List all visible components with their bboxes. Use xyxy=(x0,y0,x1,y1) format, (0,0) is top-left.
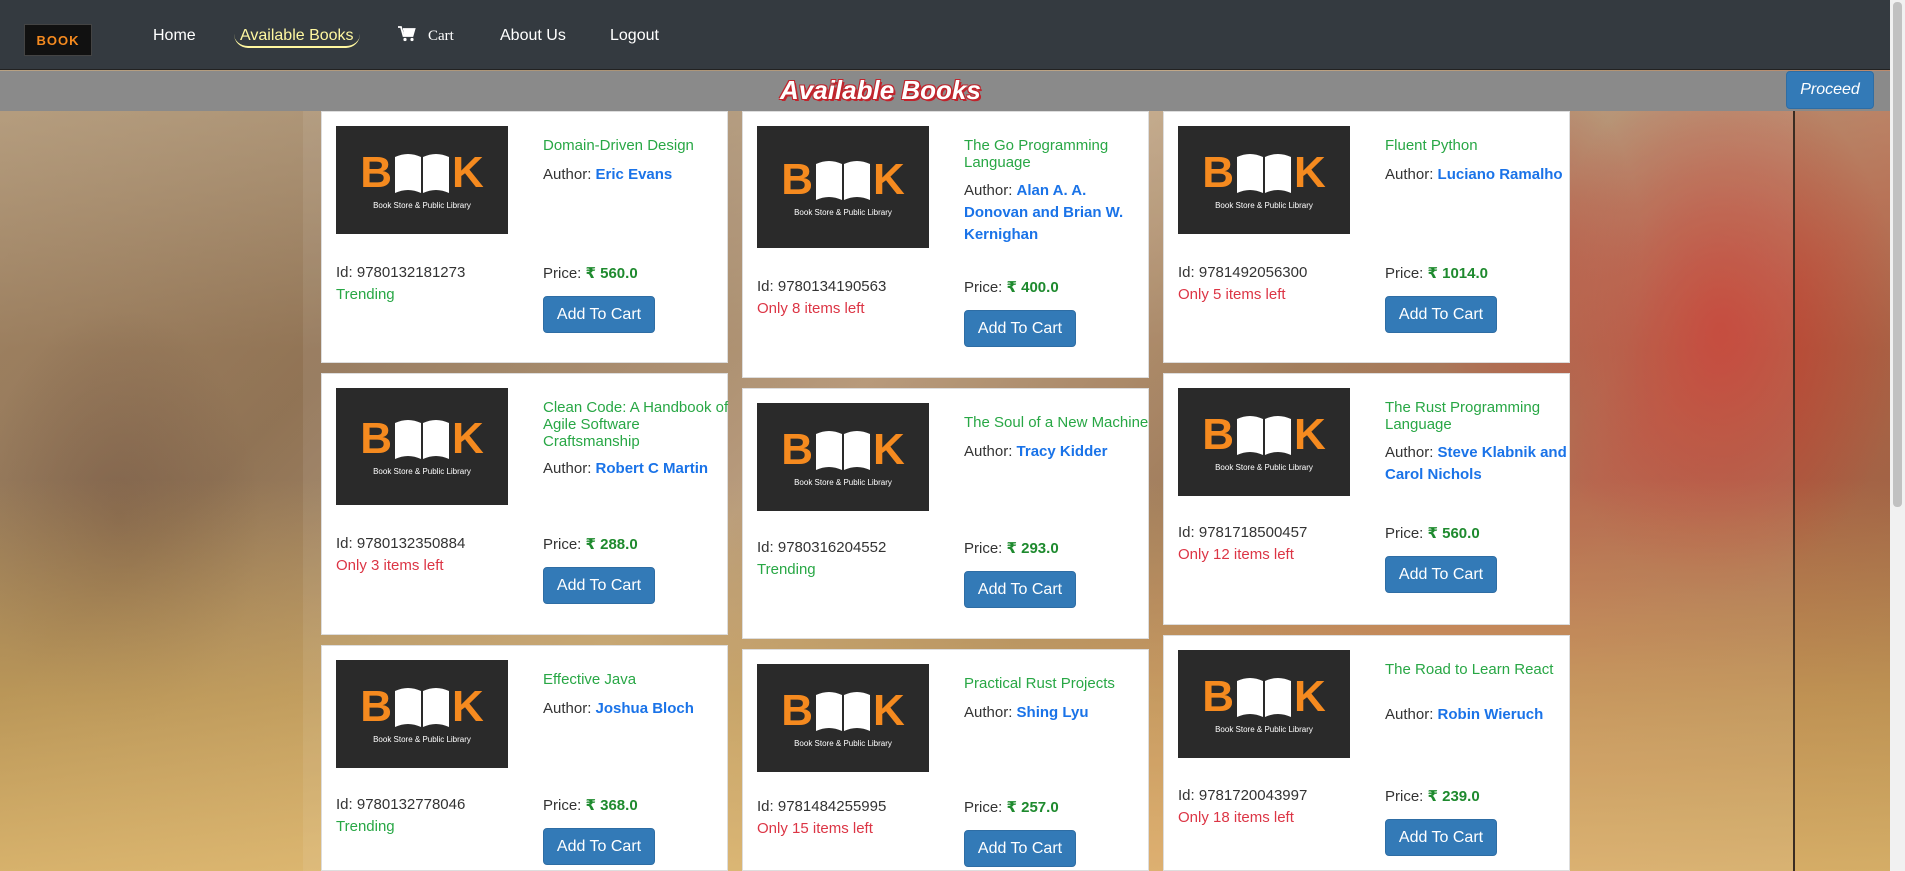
book-author: Author: Robert C Martin xyxy=(543,460,709,477)
book-author: Author: Steve Klabnik and Carol Nichols xyxy=(1385,444,1567,483)
book-cover-image: BK Book Store & Public Library xyxy=(336,660,508,768)
add-to-cart-button[interactable]: Add To Cart xyxy=(964,571,1076,608)
nav-home[interactable]: Home xyxy=(153,24,196,48)
nav-available-books[interactable]: Available Books xyxy=(234,24,360,48)
add-to-cart-button[interactable]: Add To Cart xyxy=(543,828,655,865)
add-to-cart-button[interactable]: Add To Cart xyxy=(543,567,655,604)
book-price: Price: ₹ 293.0 xyxy=(964,540,1059,557)
book-price: Price: ₹ 1014.0 xyxy=(1385,265,1489,282)
scrollbar-thumb[interactable] xyxy=(1893,2,1902,507)
book-card: BK Book Store & Public Library Fluent Py… xyxy=(1163,111,1570,363)
add-to-cart-button[interactable]: Add To Cart xyxy=(964,830,1076,867)
book-id: Id: 9781720043997 xyxy=(1178,787,1308,804)
book-author: Author: Luciano Ramalho xyxy=(1385,166,1563,183)
stock-status: Trending xyxy=(336,286,395,303)
book-cover-image: BK Book Store & Public Library xyxy=(757,664,929,772)
book-title[interactable]: Effective Java xyxy=(543,671,733,688)
stock-status: Only 15 items left xyxy=(757,820,873,837)
stock-status: Only 12 items left xyxy=(1178,546,1294,563)
proceed-button[interactable]: Proceed xyxy=(1786,71,1874,109)
book-cover-image: BK Book Store & Public Library xyxy=(336,126,508,234)
book-author: Author: Alan A. A. Donovan and Brian W. … xyxy=(964,182,1124,243)
nav-logout[interactable]: Logout xyxy=(610,24,659,48)
stock-status: Only 8 items left xyxy=(757,300,865,317)
nav-about-us[interactable]: About Us xyxy=(500,24,566,48)
book-author: Author: Joshua Bloch xyxy=(543,700,694,717)
book-title[interactable]: The Soul of a New Machine xyxy=(964,414,1154,431)
page-title: Available Books xyxy=(780,75,981,105)
book-title[interactable]: The Road to Learn React xyxy=(1385,661,1575,678)
book-title[interactable]: The Rust Programming Language xyxy=(1385,399,1575,433)
book-card: BK Book Store & Public Library Domain-Dr… xyxy=(321,111,728,363)
scrollbar[interactable] xyxy=(1890,0,1905,871)
book-author: Author: Shing Lyu xyxy=(964,704,1089,721)
book-author: Author: Robin Wieruch xyxy=(1385,706,1544,723)
book-id: Id: 9781718500457 xyxy=(1178,524,1308,541)
book-price: Price: ₹ 239.0 xyxy=(1385,788,1480,805)
stock-status: Only 3 items left xyxy=(336,557,444,574)
book-price: Price: ₹ 560.0 xyxy=(543,265,638,282)
stock-status: Only 18 items left xyxy=(1178,809,1294,826)
book-price: Price: ₹ 288.0 xyxy=(543,536,638,553)
book-cover-image: BK Book Store & Public Library xyxy=(757,403,929,511)
stock-status: Only 5 items left xyxy=(1178,286,1286,303)
add-to-cart-button[interactable]: Add To Cart xyxy=(1385,296,1497,333)
book-id: Id: 9781484255995 xyxy=(757,798,887,815)
book-card: BK Book Store & Public Library Practical… xyxy=(742,649,1149,871)
book-title[interactable]: Practical Rust Projects xyxy=(964,675,1154,692)
book-card: BK Book Store & Public Library The Rust … xyxy=(1163,373,1570,625)
book-price: Price: ₹ 560.0 xyxy=(1385,525,1480,542)
book-author: Author: Tracy Kidder xyxy=(964,443,1108,460)
book-cover-image: BK Book Store & Public Library xyxy=(1178,126,1350,234)
book-card: BK Book Store & Public Library The Soul … xyxy=(742,388,1149,639)
cart-icon xyxy=(398,26,416,42)
book-card: BK Book Store & Public Library Clean Cod… xyxy=(321,373,728,635)
book-title[interactable]: Domain-Driven Design xyxy=(543,137,733,154)
book-id: Id: 9780132350884 xyxy=(336,535,466,552)
add-to-cart-button[interactable]: Add To Cart xyxy=(1385,819,1497,856)
navbar: BOOK Home Available Books Cart About Us … xyxy=(0,0,1890,70)
book-card: BK Book Store & Public Library Effective… xyxy=(321,645,728,871)
book-cover-image: BK Book Store & Public Library xyxy=(336,388,508,505)
add-to-cart-button[interactable]: Add To Cart xyxy=(543,296,655,333)
book-title[interactable]: The Go Programming Language xyxy=(964,137,1154,171)
stock-status: Trending xyxy=(757,561,816,578)
book-id: Id: 9780132778046 xyxy=(336,796,466,813)
stock-status: Trending xyxy=(336,818,395,835)
book-price: Price: ₹ 400.0 xyxy=(964,279,1059,296)
book-id: Id: 9780132181273 xyxy=(336,264,466,281)
book-card: BK Book Store & Public Library The Go Pr… xyxy=(742,111,1149,378)
book-id: Id: 9780134190563 xyxy=(757,278,887,295)
book-title[interactable]: Fluent Python xyxy=(1385,137,1575,154)
site-logo[interactable]: BOOK xyxy=(24,24,92,56)
book-cover-image: BK Book Store & Public Library xyxy=(757,126,929,248)
book-title[interactable]: Clean Code: A Handbook of Agile Software… xyxy=(543,399,733,450)
book-author: Author: Eric Evans xyxy=(543,166,673,183)
cart-label: Cart xyxy=(428,28,454,44)
book-id: Id: 9780316204552 xyxy=(757,539,887,556)
nav-cart[interactable]: Cart xyxy=(398,24,454,48)
book-cover-image: BK Book Store & Public Library xyxy=(1178,650,1350,758)
book-id: Id: 9781492056300 xyxy=(1178,264,1308,281)
book-price: Price: ₹ 368.0 xyxy=(543,797,638,814)
book-cover-image: BK Book Store & Public Library xyxy=(1178,388,1350,496)
book-card: BK Book Store & Public Library The Road … xyxy=(1163,635,1570,871)
book-price: Price: ₹ 257.0 xyxy=(964,799,1059,816)
logo-text: BOOK xyxy=(36,32,80,48)
add-to-cart-button[interactable]: Add To Cart xyxy=(1385,556,1497,593)
add-to-cart-button[interactable]: Add To Cart xyxy=(964,310,1076,347)
